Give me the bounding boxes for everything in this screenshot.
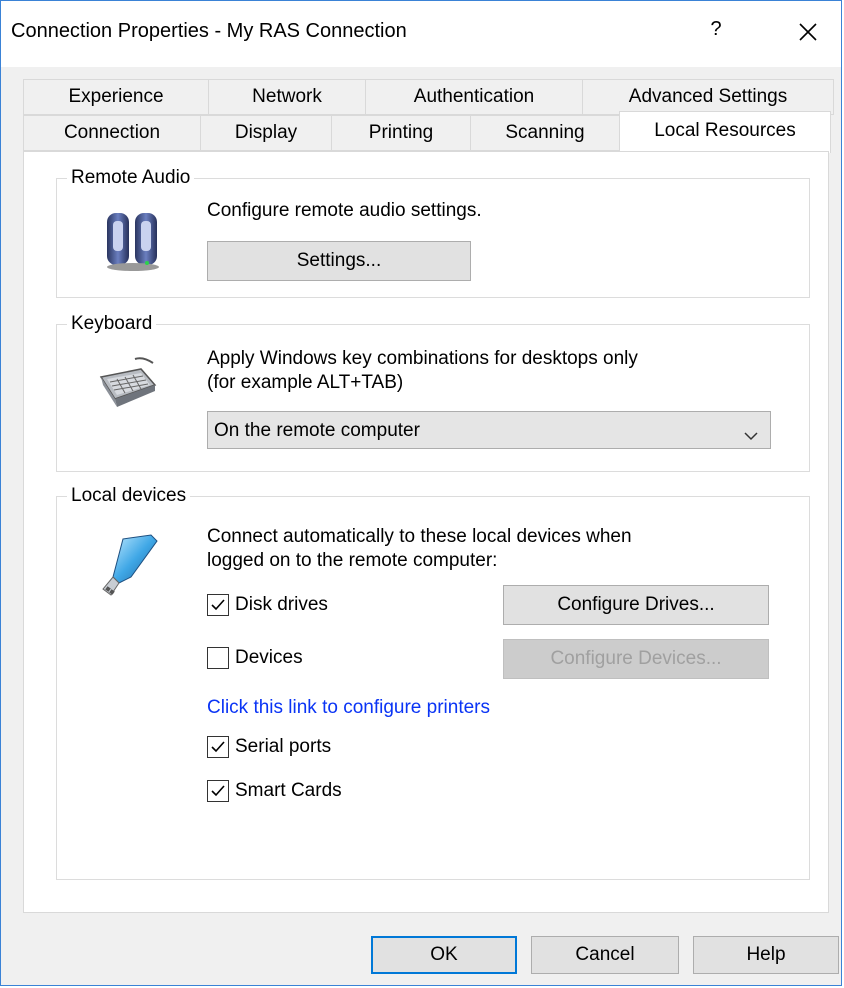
tab-advanced-settings[interactable]: Advanced Settings xyxy=(582,79,834,115)
tab-panel-local-resources: Remote Audio Configure remote audio sett… xyxy=(23,151,829,913)
group-label: Local devices xyxy=(67,485,191,507)
disk-drives-checkbox[interactable] xyxy=(207,594,229,616)
usb-drive-icon xyxy=(101,533,159,603)
close-icon[interactable] xyxy=(791,15,825,49)
devices-label[interactable]: Devices xyxy=(235,646,303,670)
tab-scanning[interactable]: Scanning xyxy=(470,115,620,151)
speakers-icon xyxy=(103,207,163,273)
checkmark-icon xyxy=(211,599,225,611)
serial-ports-label[interactable]: Serial ports xyxy=(235,735,331,759)
local-devices-description-line2: logged on to the remote computer: xyxy=(207,550,498,571)
keyboard-mode-select[interactable]: On the remote computer xyxy=(207,411,771,449)
configure-printers-link[interactable]: Click this link to configure printers xyxy=(207,697,490,719)
help-question-button[interactable]: ? xyxy=(701,18,731,48)
group-label: Remote Audio xyxy=(67,167,195,189)
disk-drives-label[interactable]: Disk drives xyxy=(235,593,328,617)
devices-checkbox[interactable] xyxy=(207,647,229,669)
checkmark-icon xyxy=(211,741,225,753)
local-devices-description-line1: Connect automatically to these local dev… xyxy=(207,526,632,547)
help-button[interactable]: Help xyxy=(693,936,839,974)
configure-devices-button: Configure Devices... xyxy=(503,639,769,679)
configure-drives-button[interactable]: Configure Drives... xyxy=(503,585,769,625)
checkmark-icon xyxy=(211,785,225,797)
tab-connection[interactable]: Connection xyxy=(23,115,201,151)
tab-printing[interactable]: Printing xyxy=(331,115,471,151)
tab-display[interactable]: Display xyxy=(200,115,332,151)
tab-network[interactable]: Network xyxy=(208,79,366,115)
remote-audio-group: Remote Audio Configure remote audio sett… xyxy=(56,167,810,298)
local-devices-group: Local devices Connect automatically to t… xyxy=(56,485,810,880)
keyboard-icon xyxy=(97,355,159,415)
keyboard-group: Keyboard Apply Windows key combinations … xyxy=(56,313,810,472)
tab-experience[interactable]: Experience xyxy=(23,79,209,115)
keyboard-description-line1: Apply Windows key combinations for deskt… xyxy=(207,348,638,369)
keyboard-mode-value: On the remote computer xyxy=(214,420,420,441)
group-label: Keyboard xyxy=(67,313,157,335)
ok-button[interactable]: OK xyxy=(371,936,517,974)
audio-settings-button[interactable]: Settings... xyxy=(207,241,471,281)
keyboard-description-line2: (for example ALT+TAB) xyxy=(207,372,404,393)
tab-local-resources[interactable]: Local Resources xyxy=(619,111,831,153)
smart-cards-checkbox[interactable] xyxy=(207,780,229,802)
remote-audio-description: Configure remote audio settings. xyxy=(207,200,482,221)
serial-ports-checkbox[interactable] xyxy=(207,736,229,758)
chevron-down-icon xyxy=(744,425,758,441)
tab-authentication[interactable]: Authentication xyxy=(365,79,583,115)
title-bar: Connection Properties - My RAS Connectio… xyxy=(1,1,841,67)
smart-cards-label[interactable]: Smart Cards xyxy=(235,779,342,803)
window-title: Connection Properties - My RAS Connectio… xyxy=(11,20,407,42)
cancel-button[interactable]: Cancel xyxy=(531,936,679,974)
dialog-window: Connection Properties - My RAS Connectio… xyxy=(0,0,842,986)
